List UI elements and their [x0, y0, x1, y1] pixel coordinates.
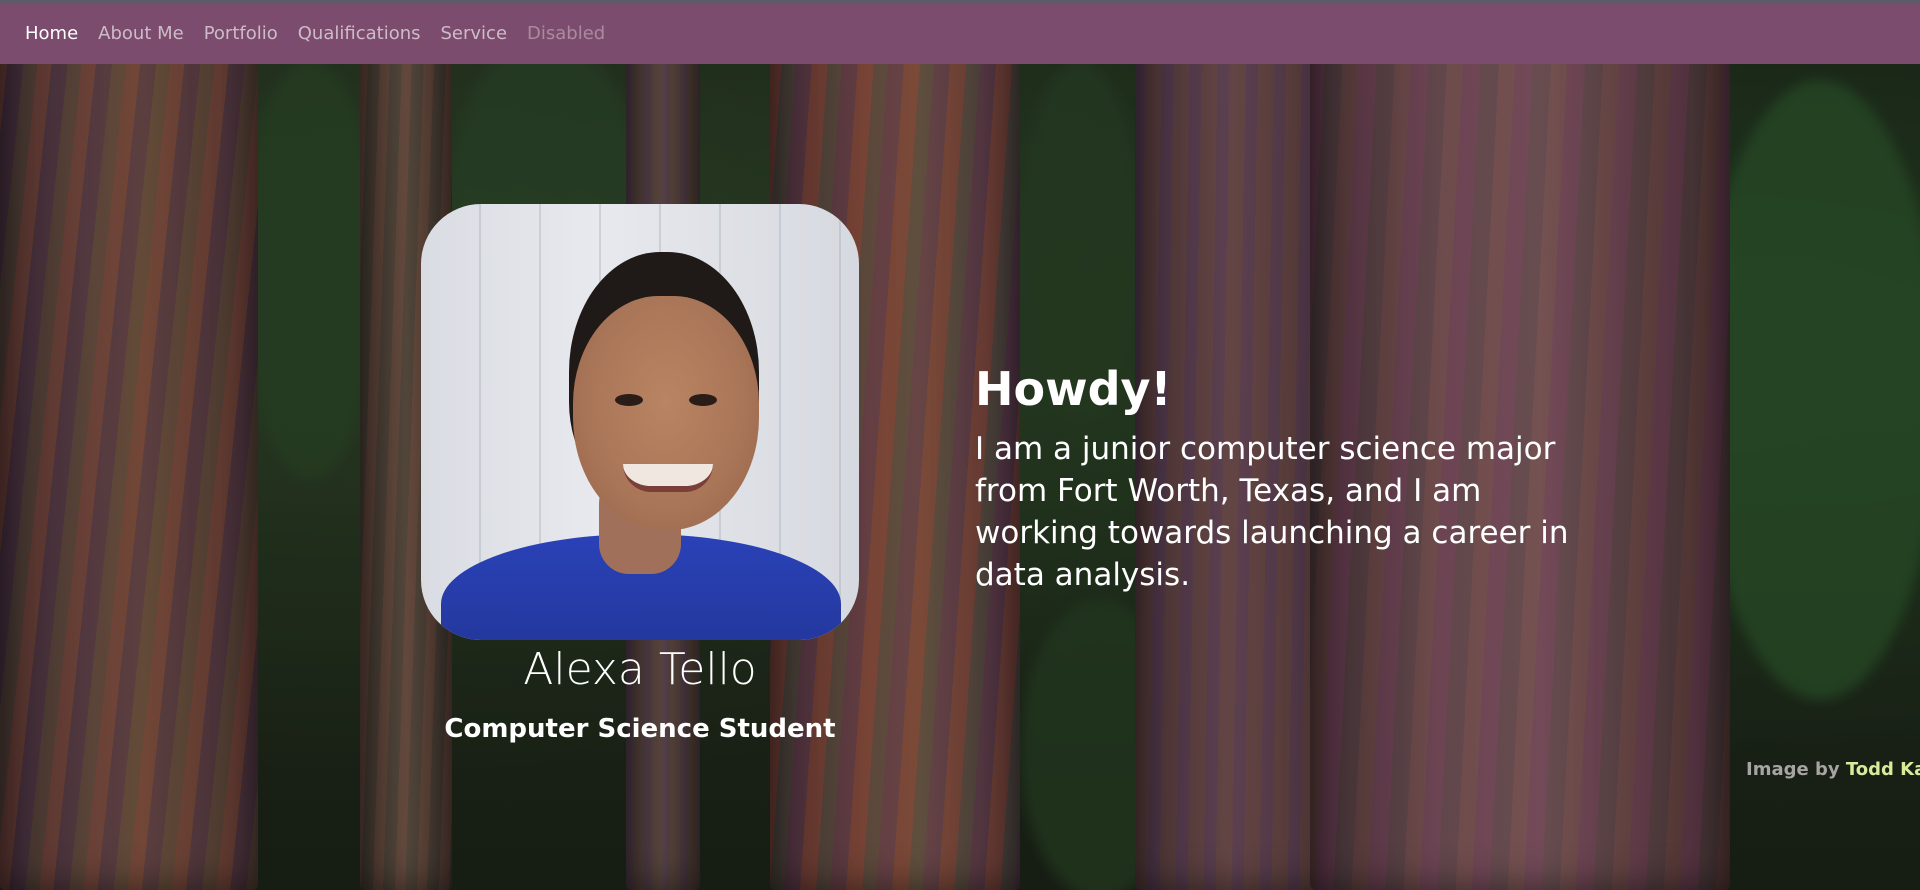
intro-text: I am a junior computer science major fro…: [975, 431, 1569, 593]
image-credit-author-link[interactable]: Todd Kay: [1846, 759, 1920, 780]
hero-overlay: [0, 0, 1920, 890]
photo-smile: [623, 464, 713, 492]
nav-link-about-me[interactable]: About Me: [98, 23, 184, 44]
hero-background: [0, 0, 1920, 890]
nav-link-disabled: Disabled: [527, 23, 606, 44]
profile-photo: [421, 204, 859, 640]
nav-link-portfolio[interactable]: Portfolio: [204, 23, 278, 44]
photo-eye-left: [615, 394, 643, 406]
photo-eye-right: [689, 394, 717, 406]
image-credit: Image by Todd Kay: [1746, 759, 1920, 780]
intro-heading: Howdy!: [975, 362, 1172, 416]
nav-link-service[interactable]: Service: [441, 23, 508, 44]
photo-face: [573, 296, 759, 530]
profile-name: Alexa Tello: [523, 644, 757, 695]
image-credit-prefix: Image by: [1746, 759, 1840, 780]
nav-link-home[interactable]: Home: [25, 23, 78, 44]
navbar: Home About Me Portfolio Qualifications S…: [0, 0, 1920, 64]
profile-role: Computer Science Student: [444, 714, 836, 744]
nav-link-qualifications[interactable]: Qualifications: [298, 23, 421, 44]
